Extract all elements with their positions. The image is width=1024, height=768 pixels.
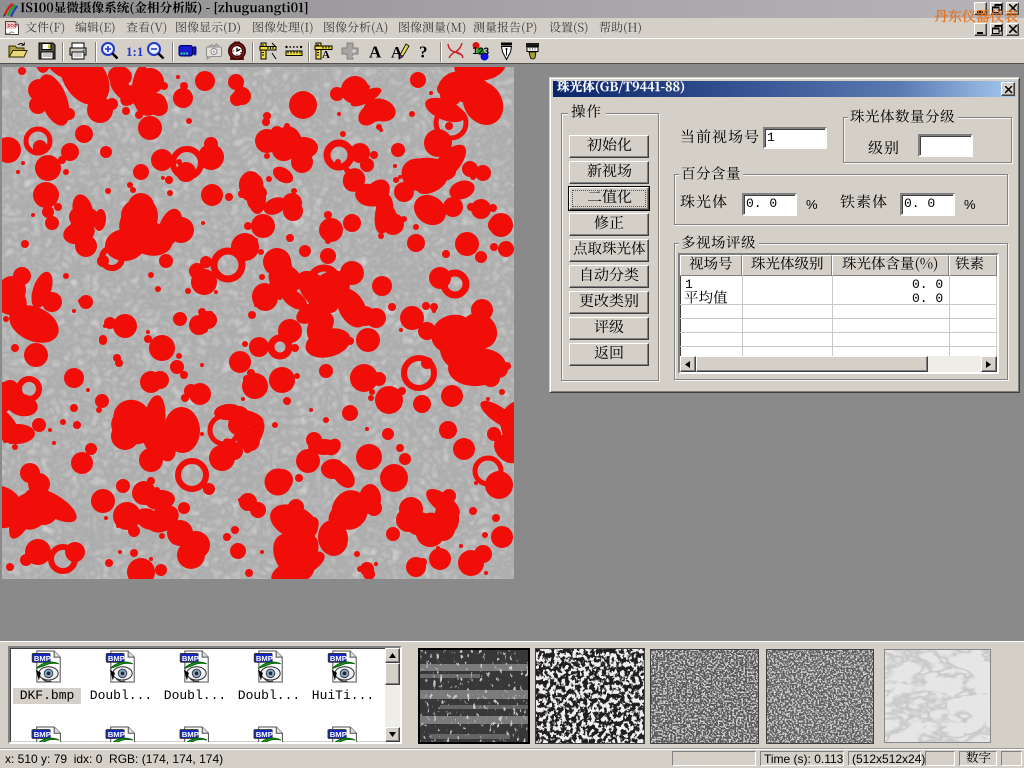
svg-text:?: ? <box>419 43 428 62</box>
svg-text:A: A <box>369 43 382 62</box>
svg-text:1:1: 1:1 <box>126 44 143 59</box>
svg-text:DOC: DOC <box>8 23 17 28</box>
svg-text:3: 3 <box>484 47 490 58</box>
svg-text:A: A <box>322 49 330 61</box>
